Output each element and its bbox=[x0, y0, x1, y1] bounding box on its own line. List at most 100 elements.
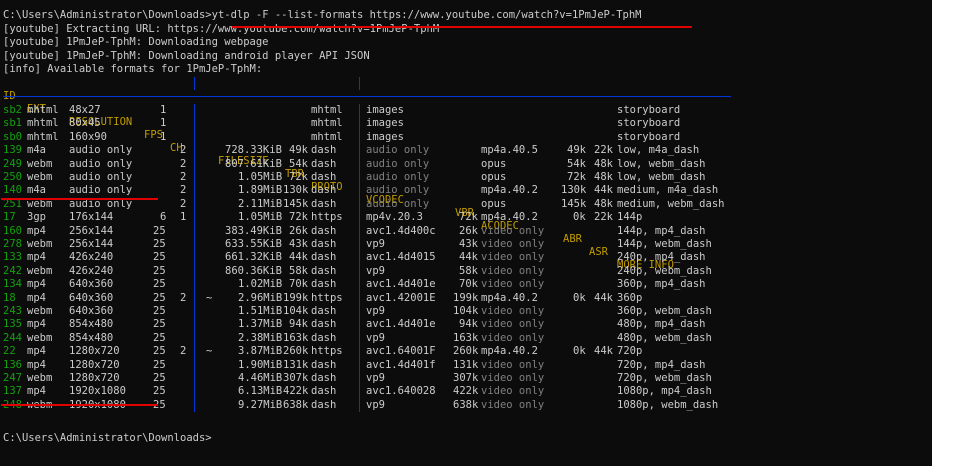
column-separator bbox=[359, 278, 360, 292]
log-line: [youtube] 1PmJeP-TphM: Downloading webpa… bbox=[3, 36, 269, 48]
cell-info: 240p, mp4_dash bbox=[617, 251, 706, 264]
cell-abr: 49k bbox=[567, 144, 586, 157]
cell-res: audio only bbox=[69, 184, 133, 197]
cell-vbr: 307k bbox=[453, 372, 479, 384]
cell-vbr: 58k bbox=[459, 264, 478, 277]
cell-info: 144p, webm_dash bbox=[617, 238, 712, 250]
cell-id: 22 bbox=[3, 345, 16, 358]
cell-vcodec: vp9 bbox=[366, 398, 385, 411]
cell-tbr: 44k bbox=[289, 251, 308, 264]
table-header: ID EXT RESOLUTION FPS CH FILESIZE TBR PR… bbox=[3, 77, 674, 271]
cell-abr: 0k bbox=[573, 345, 586, 358]
column-separator bbox=[359, 398, 360, 413]
cell-id: 139 bbox=[3, 144, 22, 157]
cell-tbr: 72k bbox=[289, 211, 308, 224]
cell-proto: mhtml bbox=[311, 104, 343, 116]
cell-tbr: 26k bbox=[289, 224, 308, 237]
cell-proto: dash bbox=[311, 318, 337, 331]
cell-tbr: 422k bbox=[283, 385, 309, 398]
cell-ext: 3gp bbox=[27, 211, 46, 224]
terminal-window[interactable]: C:\Users\Administrator\Downloads>yt-dlp … bbox=[0, 0, 932, 466]
cell-proto: dash bbox=[311, 144, 337, 157]
cell-ch: 2 bbox=[180, 197, 187, 210]
cell-asr: 44k bbox=[594, 184, 613, 197]
cell-id: 278 bbox=[3, 238, 22, 250]
cell-proto: dash bbox=[311, 358, 337, 371]
cell-asr: 44k bbox=[594, 345, 613, 358]
cell-vcodec: vp9 bbox=[366, 372, 385, 384]
cell-tbr: 199k bbox=[283, 291, 309, 304]
cell-ext: m4a bbox=[27, 144, 46, 157]
cell-id: 135 bbox=[3, 318, 22, 331]
cell-tbr: 260k bbox=[283, 345, 309, 358]
cell-info: 360p, webm_dash bbox=[617, 305, 712, 317]
cell-fps: 1 bbox=[160, 117, 167, 130]
cell-proto: dash bbox=[311, 157, 337, 170]
cell-fps: 25 bbox=[153, 318, 166, 331]
cell-size: 728.33KiB bbox=[225, 144, 282, 157]
cell-proto: mhtml bbox=[311, 130, 343, 143]
cell-id: 137 bbox=[3, 385, 22, 398]
cell-id: sb0 bbox=[3, 130, 22, 143]
cell-abr: 0k bbox=[573, 211, 586, 224]
cell-tbr: 54k bbox=[289, 157, 308, 170]
cell-vcodec: avc1.64001F bbox=[366, 345, 436, 358]
cell-fps: 25 bbox=[153, 291, 166, 304]
cell-abr: 145k bbox=[561, 197, 587, 210]
cell-vcodec: vp9 bbox=[366, 264, 385, 277]
cell-vbr: 72k bbox=[459, 211, 478, 224]
cell-vcodec: images bbox=[366, 104, 404, 116]
cell-res: 640x360 bbox=[69, 291, 114, 304]
cell-ext: mp4 bbox=[27, 251, 46, 264]
column-separator bbox=[359, 211, 360, 225]
cell-size: 1.89MiB bbox=[238, 184, 283, 197]
cell-acodec: mp4a.40.2 bbox=[481, 184, 538, 197]
cell-info: 360p, mp4_dash bbox=[617, 278, 706, 291]
cell-ch: 2 bbox=[180, 171, 187, 183]
cell-tbr: 307k bbox=[283, 372, 309, 384]
cell-acodec: video only bbox=[481, 264, 545, 277]
cell-ext: webm bbox=[27, 157, 53, 170]
cell-vcodec: avc1.4d4015 bbox=[366, 251, 436, 264]
column-separator bbox=[359, 157, 360, 171]
column-separator bbox=[194, 398, 195, 413]
scrollbar[interactable] bbox=[932, 0, 953, 466]
cell-fps: 1 bbox=[160, 130, 167, 143]
cell-abr: 0k bbox=[573, 291, 586, 304]
cell-res: audio only bbox=[69, 157, 133, 170]
header-separator bbox=[359, 77, 360, 90]
cell-res: 176x144 bbox=[69, 211, 114, 224]
annotation-underline-137 bbox=[1, 404, 158, 406]
cell-size: 1.02MiB bbox=[238, 278, 283, 291]
cell-id: 133 bbox=[3, 251, 22, 264]
cell-ext: mp4 bbox=[27, 278, 46, 291]
cell-tbr: 130k bbox=[283, 184, 309, 197]
cell-asr: 44k bbox=[594, 291, 613, 304]
cell-ext: m4a bbox=[27, 184, 46, 197]
cell-proto: dash bbox=[311, 305, 337, 317]
column-separator bbox=[359, 238, 360, 252]
cell-vbr: 131k bbox=[453, 358, 479, 371]
cell-proto: dash bbox=[311, 372, 337, 384]
column-separator bbox=[194, 278, 195, 292]
cell-asr: 48k bbox=[594, 197, 613, 210]
cell-ch: 2 bbox=[180, 345, 187, 358]
column-separator bbox=[194, 345, 195, 359]
column-separator bbox=[194, 251, 195, 265]
cell-vbr: 104k bbox=[453, 305, 479, 317]
cell-info: 720p, mp4_dash bbox=[617, 358, 706, 371]
cell-proto: dash bbox=[311, 197, 337, 210]
cell-acodec: video only bbox=[481, 318, 545, 331]
column-separator bbox=[359, 331, 360, 346]
cell-vcodec: audio only bbox=[366, 144, 430, 157]
cell-asr: 22k bbox=[594, 211, 613, 224]
column-separator bbox=[194, 117, 195, 131]
column-separator bbox=[194, 385, 195, 399]
cell-size: 1.90MiB bbox=[238, 358, 283, 371]
command-line: C:\Users\Administrator\Downloads>yt-dlp … bbox=[3, 9, 642, 22]
column-separator bbox=[359, 358, 360, 372]
cell-vcodec: avc1.42001E bbox=[366, 291, 436, 304]
cell-tbr: 43k bbox=[289, 238, 308, 250]
cell-ext: mhtml bbox=[27, 130, 59, 143]
cell-info: 240p, webm_dash bbox=[617, 264, 712, 277]
